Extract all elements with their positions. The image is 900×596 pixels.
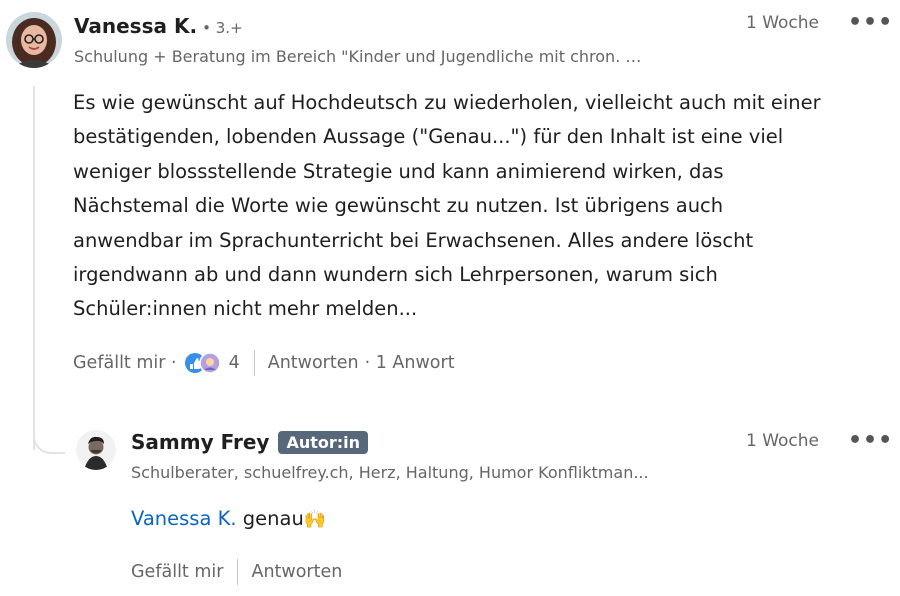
reply-message: genau bbox=[236, 507, 304, 530]
timestamp: 1 Woche bbox=[746, 13, 820, 33]
more-options-icon[interactable]: ••• bbox=[848, 10, 893, 35]
like-button[interactable]: Gefällt mir bbox=[131, 562, 223, 582]
avatar[interactable] bbox=[6, 12, 62, 68]
reply-author-row: Sammy Frey Autor:in bbox=[131, 430, 369, 454]
author-name[interactable]: Sammy Frey bbox=[131, 430, 269, 454]
more-options-icon[interactable]: ••• bbox=[848, 428, 893, 453]
comment-line: weniger blossstellende Strategie und kan… bbox=[73, 159, 724, 183]
divider bbox=[237, 559, 239, 585]
comment-text: Es wie gewünscht auf Hochdeutsch zu wied… bbox=[73, 86, 893, 327]
comment-line: Es wie gewünscht auf Hochdeutsch zu wied… bbox=[73, 91, 821, 114]
author-headline: Schulberater, schuelfrey.ch, Herz, Haltu… bbox=[131, 463, 649, 482]
comment-line: bestätigenden, lobenden Aussage ("Genau.… bbox=[73, 125, 784, 149]
reactions-icon[interactable] bbox=[183, 351, 223, 375]
comment-line: Schüler:innen nicht mehr melden... bbox=[73, 297, 418, 321]
comment-line: irgendwann ab und dann wundern sich Lehr… bbox=[73, 263, 718, 287]
comment-line: Nächstemal die Worte wie gewünscht zu nu… bbox=[73, 194, 724, 218]
author-headline: Schulung + Beratung im Bereich "Kinder u… bbox=[74, 47, 642, 66]
timestamp: 1 Woche bbox=[746, 431, 820, 451]
reply-actions: Gefällt mir Antworten bbox=[131, 559, 342, 585]
reply-button[interactable]: Antworten bbox=[268, 353, 359, 373]
thread-connector bbox=[33, 420, 65, 454]
raised-hands-icon: 🙌 bbox=[303, 509, 327, 530]
mention-link[interactable]: Vanessa K. bbox=[131, 507, 237, 530]
connection-degree: • 3.+ bbox=[202, 19, 243, 37]
reply-count[interactable]: · 1 Anwort bbox=[365, 353, 455, 373]
avatar[interactable] bbox=[76, 430, 116, 470]
comment-actions: Gefällt mir · 4 Antworten · 1 Anwort bbox=[73, 350, 455, 376]
reply-text: Vanessa K. genau🙌 bbox=[131, 507, 326, 530]
author-badge: Autor:in bbox=[278, 430, 369, 454]
comment-line: anwendbar im Sprachunterricht bei Erwach… bbox=[73, 228, 754, 252]
thread-line bbox=[33, 86, 35, 450]
like-button[interactable]: Gefällt mir · bbox=[73, 353, 177, 373]
reply-button[interactable]: Antworten bbox=[251, 562, 342, 582]
author-name[interactable]: Vanessa K. bbox=[74, 14, 197, 38]
reaction-count[interactable]: 4 bbox=[229, 353, 240, 373]
divider bbox=[253, 350, 255, 376]
comment-author-row: Vanessa K. • 3.+ bbox=[74, 14, 243, 38]
